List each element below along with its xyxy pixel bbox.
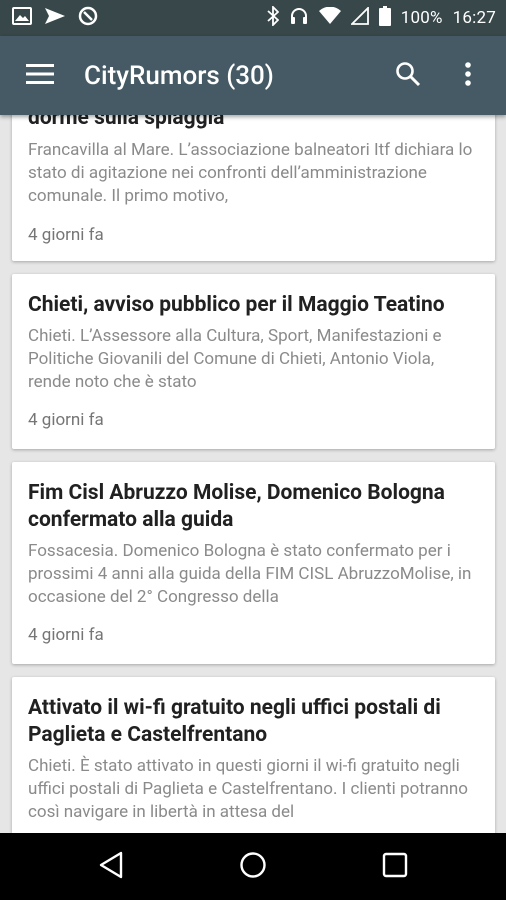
- article-title: dorme sulla spiaggia: [28, 115, 225, 130]
- article-card[interactable]: dorme sulla spiaggia Francavilla al Mare…: [12, 115, 495, 261]
- data-saver-icon: [78, 6, 98, 30]
- article-snippet: Francavilla al Mare. L’associazione baln…: [28, 140, 473, 206]
- wifi-icon: [318, 6, 341, 29]
- status-bar: 100% 16:27: [0, 0, 506, 36]
- home-circle-icon: [239, 851, 267, 883]
- article-snippet: Chieti. È stato attivato in questi giorn…: [28, 756, 468, 822]
- article-title: Chieti, avviso pubblico per il Maggio Te…: [28, 293, 445, 317]
- article-card[interactable]: Chieti, avviso pubblico per il Maggio Te…: [12, 274, 495, 449]
- article-snippet: Fossacesia. Domenico Bologna è stato con…: [28, 541, 472, 607]
- article-title: Attivato il wi-fi gratuito negli uffici …: [28, 696, 441, 747]
- signal-icon: [349, 5, 369, 29]
- back-button[interactable]: [81, 842, 141, 892]
- bluetooth-icon: [267, 4, 280, 30]
- headphones-icon: [289, 6, 309, 30]
- search-icon: [395, 61, 421, 91]
- send-icon: [44, 7, 66, 29]
- article-time: 4 giorni fa: [28, 225, 104, 245]
- hamburger-menu-icon: [26, 63, 54, 89]
- article-title: Fim Cisl Abruzzo Molise, Domenico Bologn…: [28, 481, 445, 532]
- recents-square-icon: [382, 852, 408, 882]
- overflow-menu-button[interactable]: [446, 54, 490, 98]
- home-button[interactable]: [223, 842, 283, 892]
- article-time: 4 giorni fa: [28, 410, 104, 430]
- system-nav-bar: [0, 833, 506, 900]
- article-time: 4 giorni fa: [28, 625, 104, 645]
- menu-button[interactable]: [24, 60, 56, 92]
- clock: 16:27: [452, 8, 496, 28]
- battery-icon: [378, 6, 391, 30]
- article-card[interactable]: Attivato il wi-fi gratuito negli uffici …: [12, 677, 495, 833]
- battery-percent: 100%: [400, 8, 443, 28]
- search-button[interactable]: [386, 54, 430, 98]
- back-triangle-icon: [98, 851, 124, 883]
- app-title: CityRumors (30): [84, 60, 274, 91]
- app-bar: CityRumors (30): [0, 36, 506, 115]
- more-vert-icon: [464, 61, 472, 91]
- status-right-icons: 100% 16:27: [267, 4, 496, 30]
- recents-button[interactable]: [365, 842, 425, 892]
- image-icon: [12, 7, 32, 29]
- status-left-icons: [12, 6, 98, 30]
- article-list[interactable]: dorme sulla spiaggia Francavilla al Mare…: [0, 115, 506, 833]
- article-snippet: Chieti. L’Assessore alla Cultura, Sport,…: [28, 326, 442, 392]
- article-card[interactable]: Fim Cisl Abruzzo Molise, Domenico Bologn…: [12, 462, 495, 664]
